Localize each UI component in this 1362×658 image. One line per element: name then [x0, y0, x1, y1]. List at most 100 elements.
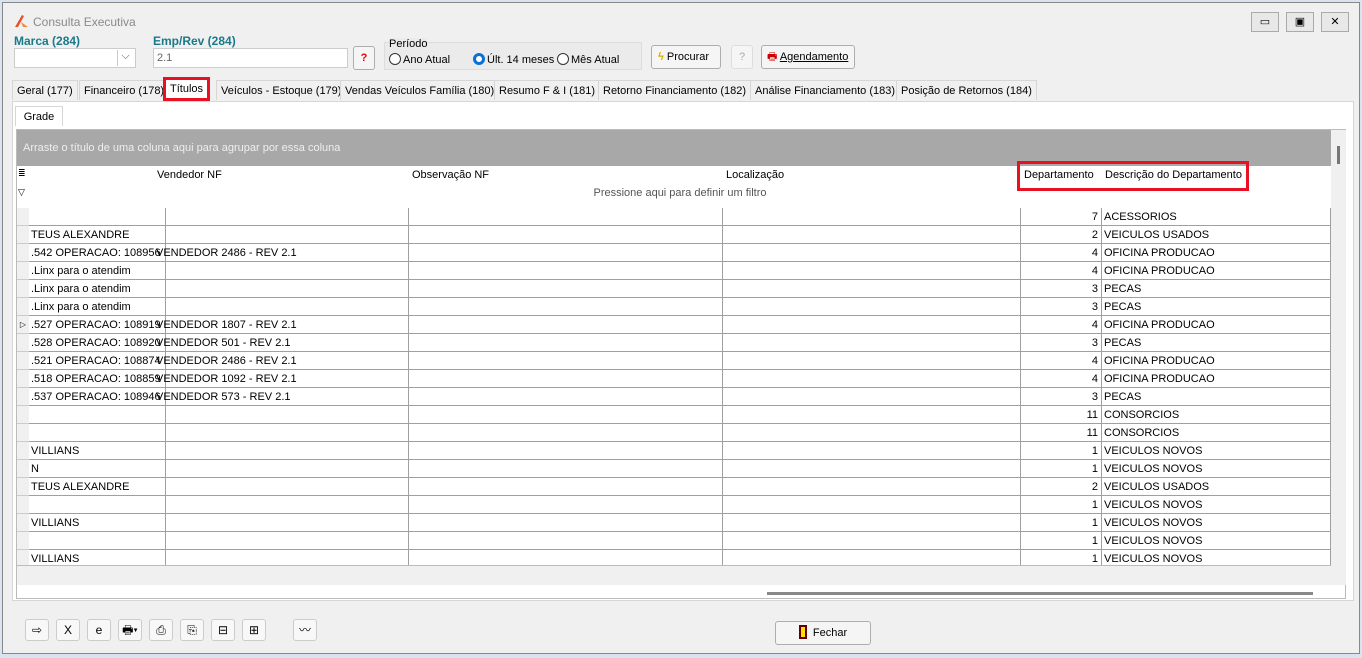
table-cell[interactable]: [409, 316, 723, 334]
row-indicator[interactable]: [17, 496, 29, 514]
table-cell[interactable]: VEICULOS USADOS: [1102, 226, 1331, 244]
column-header[interactable]: [29, 166, 166, 184]
table-cell[interactable]: [723, 370, 1021, 388]
row-indicator[interactable]: [17, 442, 29, 460]
table-cell[interactable]: [154, 532, 409, 550]
row-indicator[interactable]: [17, 262, 29, 280]
table-cell[interactable]: [723, 244, 1021, 262]
print-delete-button[interactable]: ⎙: [149, 619, 173, 641]
table-cell[interactable]: PECAS: [1102, 280, 1331, 298]
table-cell[interactable]: .521 OPERACAO: 108874: [29, 352, 166, 370]
row-indicator[interactable]: [17, 280, 29, 298]
radio-mes-atual[interactable]: Mês Atual: [557, 53, 619, 66]
radio-ult-14-meses[interactable]: Últ. 14 meses: [473, 53, 554, 66]
table-cell[interactable]: VEICULOS NOVOS: [1102, 442, 1331, 460]
table-cell[interactable]: TEUS ALEXANDRE: [29, 226, 166, 244]
table-cell[interactable]: 11: [1021, 424, 1102, 442]
table-cell[interactable]: 7: [1021, 208, 1102, 226]
table-cell[interactable]: VENDEDOR 1092 - REV 2.1: [154, 370, 409, 388]
row-indicator[interactable]: [17, 334, 29, 352]
tab-grade[interactable]: Grade: [15, 106, 63, 126]
row-indicator[interactable]: [17, 424, 29, 442]
radio-ano-atual[interactable]: Ano Atual: [389, 53, 450, 66]
row-indicator[interactable]: [17, 298, 29, 316]
table-cell[interactable]: [154, 262, 409, 280]
row-indicator[interactable]: [17, 226, 29, 244]
table-cell[interactable]: [29, 532, 166, 550]
maximize-button[interactable]: ▣: [1286, 12, 1314, 32]
table-cell[interactable]: 4: [1021, 316, 1102, 334]
table-cell[interactable]: VEICULOS USADOS: [1102, 478, 1331, 496]
emp-input[interactable]: 2.1: [153, 48, 348, 68]
table-cell[interactable]: ACESSORIOS: [1102, 208, 1331, 226]
browser-button[interactable]: e: [87, 619, 111, 641]
row-indicator[interactable]: [17, 460, 29, 478]
table-cell[interactable]: [723, 424, 1021, 442]
table-cell[interactable]: 1: [1021, 496, 1102, 514]
table-cell[interactable]: VILLIANS: [29, 442, 166, 460]
table-cell[interactable]: [409, 478, 723, 496]
table-cell[interactable]: [409, 442, 723, 460]
table-cell[interactable]: [723, 442, 1021, 460]
table-cell[interactable]: 4: [1021, 262, 1102, 280]
table-cell[interactable]: PECAS: [1102, 388, 1331, 406]
table-cell[interactable]: [723, 478, 1021, 496]
chart-button[interactable]: 〰: [293, 619, 317, 641]
table-cell[interactable]: [723, 334, 1021, 352]
tab-posicao-retornos[interactable]: Posição de Retornos (184): [896, 80, 1037, 100]
table-cell[interactable]: [154, 208, 409, 226]
column-chooser-icon[interactable]: ≣: [18, 168, 26, 179]
table-cell[interactable]: [409, 262, 723, 280]
row-indicator[interactable]: [17, 244, 29, 262]
tab-financeiro[interactable]: Financeiro (178): [79, 80, 170, 100]
table-cell[interactable]: [29, 496, 166, 514]
table-cell[interactable]: .537 OPERACAO: 108946: [29, 388, 166, 406]
table-cell[interactable]: [723, 208, 1021, 226]
table-cell[interactable]: 3: [1021, 334, 1102, 352]
table-cell[interactable]: PECAS: [1102, 298, 1331, 316]
table-cell[interactable]: [154, 280, 409, 298]
collapse-button[interactable]: ⊟: [211, 619, 235, 641]
table-cell[interactable]: N: [29, 460, 166, 478]
table-cell[interactable]: VENDEDOR 1807 - REV 2.1: [154, 316, 409, 334]
row-indicator[interactable]: [17, 406, 29, 424]
tab-geral[interactable]: Geral (177): [12, 80, 78, 100]
table-cell[interactable]: VILLIANS: [29, 514, 166, 532]
export-button[interactable]: ⇨: [25, 619, 49, 641]
table-cell[interactable]: [154, 226, 409, 244]
tab-titulos[interactable]: Títulos: [163, 77, 211, 101]
row-indicator[interactable]: [17, 532, 29, 550]
row-indicator[interactable]: [17, 478, 29, 496]
table-cell[interactable]: VENDEDOR 501 - REV 2.1: [154, 334, 409, 352]
table-cell[interactable]: 3: [1021, 298, 1102, 316]
table-cell[interactable]: [154, 424, 409, 442]
table-cell[interactable]: OFICINA PRODUCAO: [1102, 370, 1331, 388]
table-cell[interactable]: VENDEDOR 573 - REV 2.1: [154, 388, 409, 406]
marca-select[interactable]: ⌵: [14, 48, 136, 68]
table-cell[interactable]: VENDEDOR 2486 - REV 2.1: [154, 352, 409, 370]
table-cell[interactable]: [409, 406, 723, 424]
table-cell[interactable]: [409, 208, 723, 226]
table-cell[interactable]: VEICULOS NOVOS: [1102, 514, 1331, 532]
table-cell[interactable]: [409, 244, 723, 262]
excel-button[interactable]: X: [56, 619, 80, 641]
minimize-button[interactable]: ▭: [1251, 12, 1279, 32]
vertical-scrollbar[interactable]: [1331, 130, 1346, 585]
table-cell[interactable]: [29, 406, 166, 424]
table-cell[interactable]: OFICINA PRODUCAO: [1102, 244, 1331, 262]
table-cell[interactable]: [29, 208, 166, 226]
table-cell[interactable]: VEICULOS NOVOS: [1102, 532, 1331, 550]
procurar-button[interactable]: ϟ Procurar: [651, 45, 721, 69]
filter-icon[interactable]: ▽: [18, 187, 25, 198]
table-cell[interactable]: .528 OPERACAO: 108920: [29, 334, 166, 352]
table-cell[interactable]: [723, 496, 1021, 514]
table-cell[interactable]: [154, 478, 409, 496]
table-cell[interactable]: [409, 352, 723, 370]
tab-vendas-veiculos-familia[interactable]: Vendas Veículos Família (180): [340, 80, 500, 100]
table-cell[interactable]: [409, 514, 723, 532]
table-cell[interactable]: [409, 532, 723, 550]
table-cell[interactable]: [409, 460, 723, 478]
column-header[interactable]: Vendedor NF: [154, 166, 409, 184]
table-cell[interactable]: [409, 334, 723, 352]
table-cell[interactable]: [723, 262, 1021, 280]
